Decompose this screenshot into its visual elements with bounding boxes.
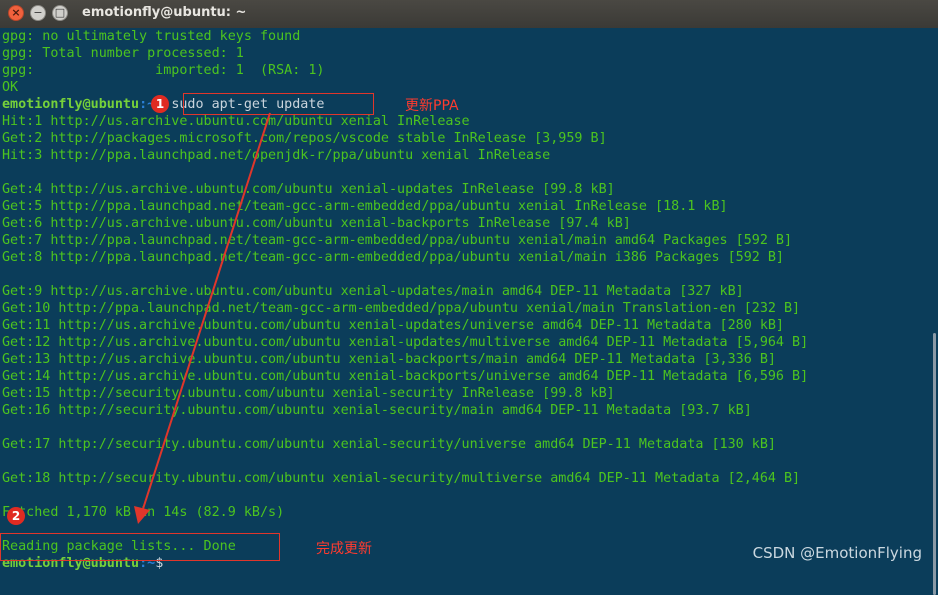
terminal-output-line: OK [2, 80, 19, 95]
csdn-watermark: CSDN @EmotionFlying [752, 544, 922, 562]
command-highlight-box [183, 93, 374, 115]
done-highlight-box [0, 533, 280, 561]
badge-step-1: 1 [151, 95, 169, 113]
terminal-output-line: Get:16 http://security.ubuntu.com/ubuntu… [2, 403, 752, 418]
terminal-output-line: Get:5 http://ppa.launchpad.net/team-gcc-… [2, 199, 728, 214]
terminal-output-line: Get:10 http://ppa.launchpad.net/team-gcc… [2, 301, 801, 316]
terminal-output-line: Get:15 http://security.ubuntu.com/ubuntu… [2, 386, 615, 401]
terminal-output-line: Hit:1 http://us.archive.ubuntu.com/ubunt… [2, 114, 470, 129]
terminal-output-line: Get:13 http://us.archive.ubuntu.com/ubun… [2, 352, 776, 367]
minimize-button[interactable]: − [30, 5, 46, 21]
terminal-output-line: Get:17 http://security.ubuntu.com/ubuntu… [2, 437, 776, 452]
maximize-button[interactable]: □ [52, 5, 68, 21]
terminal-output-line: gpg: Total number processed: 1 [2, 46, 244, 61]
prompt-user: emotionfly@ubuntu [2, 97, 140, 112]
window-title: emotionfly@ubuntu: ~ [82, 5, 247, 20]
terminal-output-line: Get:14 http://us.archive.ubuntu.com/ubun… [2, 369, 809, 384]
terminal-scrollbar[interactable] [933, 333, 936, 595]
terminal-output-line: gpg: imported: 1 (RSA: 1) [2, 63, 325, 78]
note-update-ppa: 更新PPA [405, 98, 459, 114]
close-button[interactable]: × [8, 5, 24, 21]
terminal-output-line: Get:4 http://us.archive.ubuntu.com/ubunt… [2, 182, 615, 197]
terminal-output-line: Get:9 http://us.archive.ubuntu.com/ubunt… [2, 284, 744, 299]
terminal-output-line: Get:11 http://us.archive.ubuntu.com/ubun… [2, 318, 784, 333]
terminal-output-line: Get:7 http://ppa.launchpad.net/team-gcc-… [2, 233, 793, 248]
terminal-output-line: Get:18 http://security.ubuntu.com/ubuntu… [2, 471, 801, 486]
terminal-output-line: Fetched 1,170 kB in 14s (82.9 kB/s) [2, 505, 285, 520]
badge-step-2: 2 [7, 507, 25, 525]
terminal-output-line: gpg: no ultimately trusted keys found [2, 29, 301, 44]
terminal-output-line: Hit:3 http://ppa.launchpad.net/openjdk-r… [2, 148, 551, 163]
terminal-output-line: Get:6 http://us.archive.ubuntu.com/ubunt… [2, 216, 631, 231]
terminal-area[interactable]: gpg: no ultimately trusted keys found gpg… [0, 28, 938, 595]
terminal-output-line: Get:2 http://packages.microsoft.com/repo… [2, 131, 607, 146]
window-titlebar: × − □ emotionfly@ubuntu: ~ [0, 0, 938, 29]
terminal-output-line: Get:8 http://ppa.launchpad.net/team-gcc-… [2, 250, 784, 265]
terminal-output-line: Get:12 http://us.archive.ubuntu.com/ubun… [2, 335, 809, 350]
note-update-complete: 完成更新 [316, 541, 372, 557]
